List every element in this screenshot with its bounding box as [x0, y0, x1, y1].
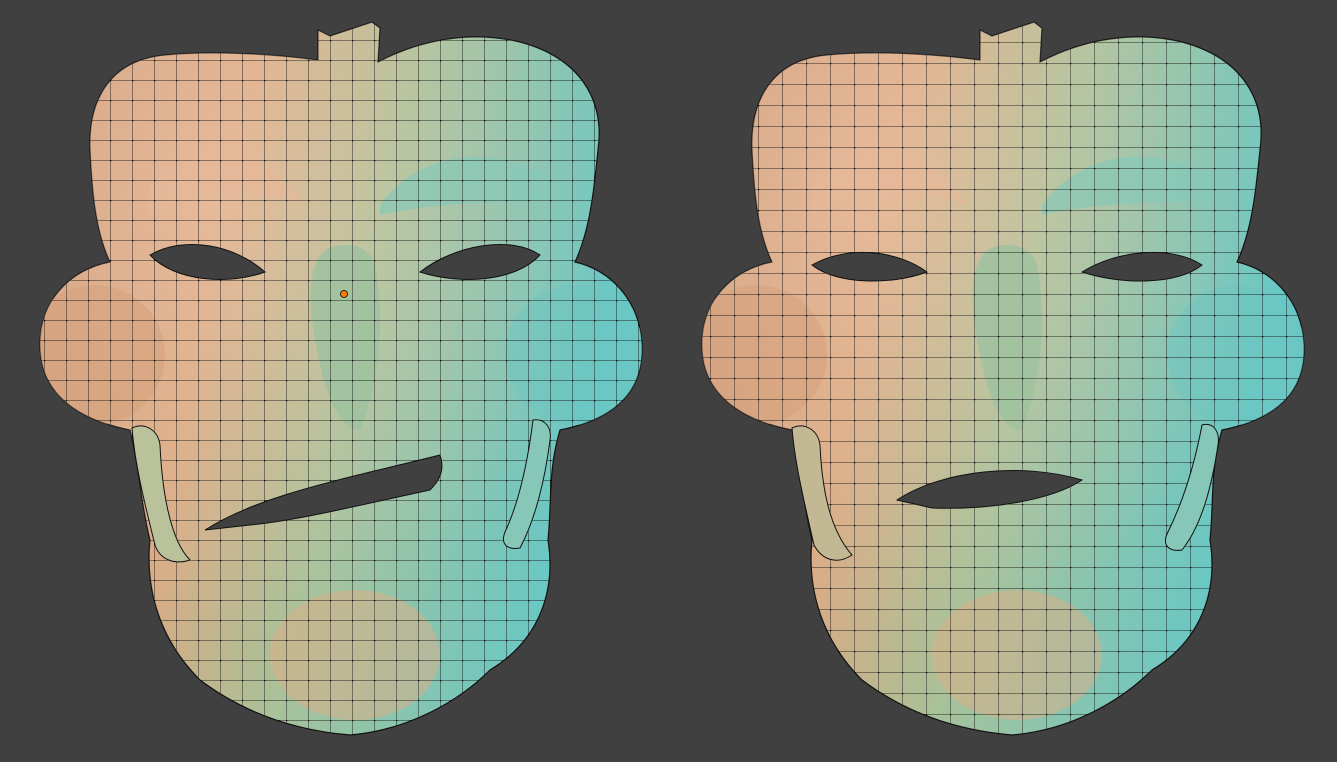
selected-vertex[interactable]	[340, 290, 348, 298]
3d-viewport[interactable]	[0, 0, 1337, 762]
mask-left-model[interactable]	[0, 0, 700, 762]
viewport-canvas[interactable]	[0, 0, 1337, 762]
